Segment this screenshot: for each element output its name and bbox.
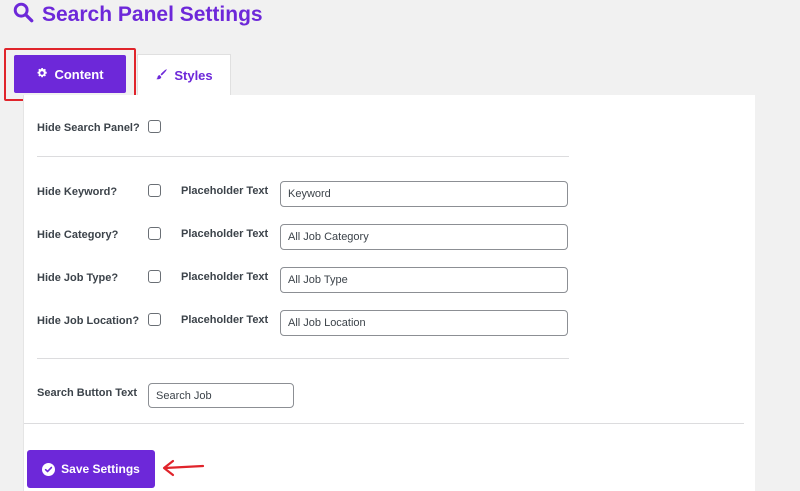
check-circle-icon [42,462,56,476]
hide-category-checkbox[interactable] [148,227,161,240]
hide-category-label: Hide Category? [37,229,119,241]
divider [24,423,744,424]
tab-content[interactable]: Content [14,55,126,93]
tab-styles[interactable]: Styles [137,54,231,96]
save-settings-button[interactable]: Save Settings [27,450,155,488]
hide-job-type-label: Hide Job Type? [37,272,119,284]
tab-bar: Content Styles [0,48,240,96]
gear-icon [36,67,48,82]
brush-icon [155,68,168,84]
category-placeholder-label: Placeholder Text [181,228,269,240]
divider [37,358,569,359]
category-placeholder-input[interactable] [280,224,568,250]
tab-styles-label: Styles [174,68,213,83]
content-panel: Hide Search Panel? Hide Keyword? Placeho… [23,95,755,491]
hide-keyword-checkbox[interactable] [148,184,161,197]
save-settings-label: Save Settings [61,462,140,476]
page-title: Search Panel Settings [12,2,263,28]
search-button-text-label: Search Button Text [37,387,138,399]
job-type-placeholder-label: Placeholder Text [181,271,269,283]
job-location-placeholder-label: Placeholder Text [181,314,269,326]
keyword-placeholder-input[interactable] [280,181,568,207]
hide-search-panel-checkbox[interactable] [148,120,161,133]
hide-search-panel-label: Hide Search Panel? [37,122,140,134]
hide-job-type-checkbox[interactable] [148,270,161,283]
search-button-text-input[interactable] [148,383,294,408]
divider [37,156,569,157]
annotation-arrow [162,459,205,477]
job-type-placeholder-input[interactable] [280,267,568,293]
hide-job-location-label: Hide Job Location? [37,315,140,327]
tab-content-label: Content [54,66,104,82]
keyword-placeholder-label: Placeholder Text [181,185,269,197]
page-title-text: Search Panel Settings [42,3,263,26]
hide-job-location-checkbox[interactable] [148,313,161,326]
job-location-placeholder-input[interactable] [280,310,568,336]
search-icon [12,1,34,29]
hide-keyword-label: Hide Keyword? [37,186,118,198]
